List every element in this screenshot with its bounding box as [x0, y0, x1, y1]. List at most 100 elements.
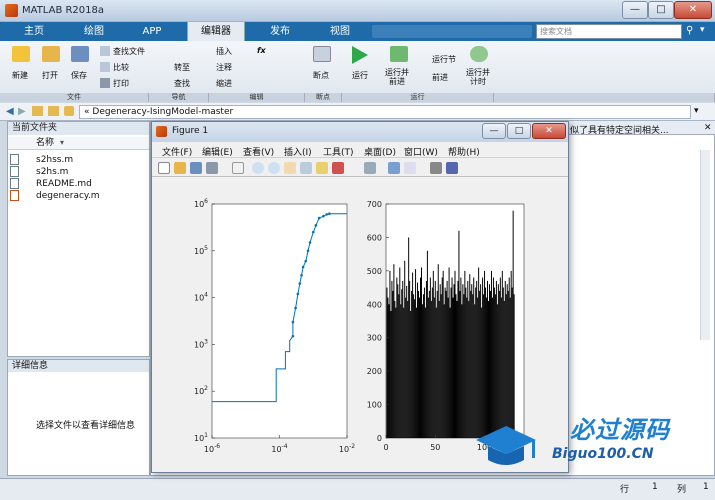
- matlab-logo-icon: [5, 4, 18, 17]
- run-and-time-button-label[interactable]: 运行并 计时: [466, 68, 490, 86]
- file-item[interactable]: degeneracy.m: [36, 190, 100, 202]
- window-title: MATLAB R2018a: [22, 5, 105, 16]
- open-button-label[interactable]: 打开: [42, 70, 58, 81]
- colorbar-icon[interactable]: [388, 162, 400, 174]
- help-icon[interactable]: ▾: [700, 25, 712, 38]
- zoom-out-icon[interactable]: [268, 162, 280, 174]
- menu-tools[interactable]: 工具(T): [323, 145, 354, 158]
- run-and-advance-icon[interactable]: [390, 46, 408, 62]
- plot1-data-point: [308, 241, 312, 244]
- insert-button[interactable]: 插入: [216, 46, 232, 57]
- plot2-ytick-label: 700: [367, 200, 382, 209]
- menu-window[interactable]: 窗口(W): [404, 145, 438, 158]
- run-and-advance-button-label[interactable]: 运行并 前进: [385, 68, 409, 86]
- name-column-header[interactable]: 名称: [8, 137, 149, 150]
- new-figure-icon[interactable]: [158, 162, 170, 174]
- back-arrow-icon[interactable]: ◀: [6, 106, 14, 117]
- advance-button[interactable]: 前进: [432, 72, 448, 83]
- new-button-label[interactable]: 新建: [12, 70, 28, 81]
- run-section-button[interactable]: 运行节: [432, 54, 456, 65]
- current-folder-path[interactable]: « Degeneracy-IsingModel-master: [79, 105, 691, 119]
- plot2-bar: [456, 300, 458, 438]
- compare-icon[interactable]: [100, 62, 110, 72]
- goto-button[interactable]: 转至: [174, 62, 190, 73]
- brush-icon[interactable]: [332, 162, 344, 174]
- pane-close-icon[interactable]: ✕: [704, 123, 712, 133]
- search-documentation-input[interactable]: 搜索文档: [536, 24, 682, 39]
- menu-view[interactable]: 查看(V): [243, 145, 274, 158]
- tab-apps[interactable]: APP: [130, 22, 174, 41]
- figure-maximize-button[interactable]: □: [507, 123, 531, 139]
- browse-folder-icon[interactable]: [48, 106, 59, 116]
- menu-edit[interactable]: 编辑(E): [202, 145, 233, 158]
- pan-hand-icon[interactable]: [284, 162, 296, 174]
- plot2-bar: [430, 300, 432, 438]
- plot2-bar: [429, 277, 431, 438]
- open-file-icon[interactable]: [174, 162, 186, 174]
- plot2-bar: [462, 284, 464, 438]
- indent-button[interactable]: 缩进: [216, 78, 232, 89]
- plot2-bar: [420, 277, 421, 438]
- tab-editor[interactable]: 编辑器: [187, 22, 245, 41]
- compare-button[interactable]: 比较: [113, 62, 129, 73]
- plot2-bar: [404, 260, 406, 438]
- tab-publish[interactable]: 发布: [258, 22, 302, 41]
- search-icon[interactable]: ⚲: [686, 25, 698, 38]
- plot2-bar: [416, 307, 418, 438]
- zoom-in-icon[interactable]: [252, 162, 264, 174]
- figure-minimize-button[interactable]: —: [482, 123, 506, 139]
- pointer-icon[interactable]: [232, 162, 244, 174]
- file-item[interactable]: s2hss.m: [36, 154, 73, 166]
- close-button[interactable]: ✕: [674, 1, 712, 19]
- open-folder-icon[interactable]: [42, 46, 60, 62]
- save-button-label[interactable]: 保存: [71, 70, 87, 81]
- print-button[interactable]: 打印: [113, 78, 129, 89]
- forward-arrow-icon[interactable]: ▶: [18, 106, 26, 117]
- find-files-button[interactable]: 查找文件: [113, 46, 145, 57]
- hide-plot-tools-icon[interactable]: [430, 162, 442, 174]
- plot2-bar: [459, 290, 461, 438]
- path-dropdown-icon[interactable]: ▾: [694, 106, 699, 116]
- menu-desktop[interactable]: 桌面(D): [364, 145, 396, 158]
- plot2-ytick-label: 600: [367, 233, 382, 242]
- link-plot-icon[interactable]: [364, 162, 376, 174]
- vertical-scrollbar[interactable]: [700, 150, 710, 340]
- breakpoints-button-label[interactable]: 断点: [313, 70, 329, 81]
- plot1-ytick-label: 106: [194, 198, 208, 209]
- legend-icon[interactable]: [404, 162, 416, 174]
- find-button[interactable]: 查找: [174, 78, 190, 89]
- print-icon[interactable]: [100, 78, 110, 88]
- rotate-3d-icon[interactable]: [300, 162, 312, 174]
- print-figure-icon[interactable]: [206, 162, 218, 174]
- find-files-icon[interactable]: [100, 46, 110, 56]
- file-item[interactable]: s2hs.m: [36, 166, 68, 178]
- fx-button[interactable]: fx: [257, 46, 266, 55]
- run-icon[interactable]: [352, 46, 368, 64]
- sort-chevron-down-icon[interactable]: ▾: [60, 138, 64, 147]
- run-and-time-icon[interactable]: [470, 46, 488, 62]
- menu-help[interactable]: 帮助(H): [448, 145, 480, 158]
- menu-insert[interactable]: 插入(I): [284, 145, 312, 158]
- figure-close-button[interactable]: ✕: [532, 123, 566, 139]
- data-cursor-icon[interactable]: [316, 162, 328, 174]
- save-icon[interactable]: [71, 46, 89, 62]
- show-plot-tools-icon[interactable]: [446, 162, 458, 174]
- run-button-label[interactable]: 运行: [352, 70, 368, 81]
- tab-view[interactable]: 视图: [318, 22, 362, 41]
- file-item[interactable]: README.md: [36, 178, 92, 190]
- menu-file[interactable]: 文件(F): [162, 145, 192, 158]
- tab-home[interactable]: 主页: [14, 22, 54, 41]
- save-figure-icon[interactable]: [190, 162, 202, 174]
- tab-plots[interactable]: 绘图: [72, 22, 116, 41]
- plot2-bar: [423, 287, 425, 438]
- up-folder-icon[interactable]: [32, 106, 43, 116]
- plot2-bar: [421, 304, 423, 438]
- breakpoints-icon[interactable]: [313, 46, 331, 62]
- plot2-bar: [438, 300, 440, 438]
- plot2-bar: [427, 297, 429, 438]
- maximize-button[interactable]: □: [648, 1, 674, 19]
- quick-access-toolbar[interactable]: [372, 25, 532, 38]
- comment-button[interactable]: 注释: [216, 62, 232, 73]
- minimize-button[interactable]: —: [622, 1, 648, 19]
- new-icon[interactable]: [12, 46, 30, 62]
